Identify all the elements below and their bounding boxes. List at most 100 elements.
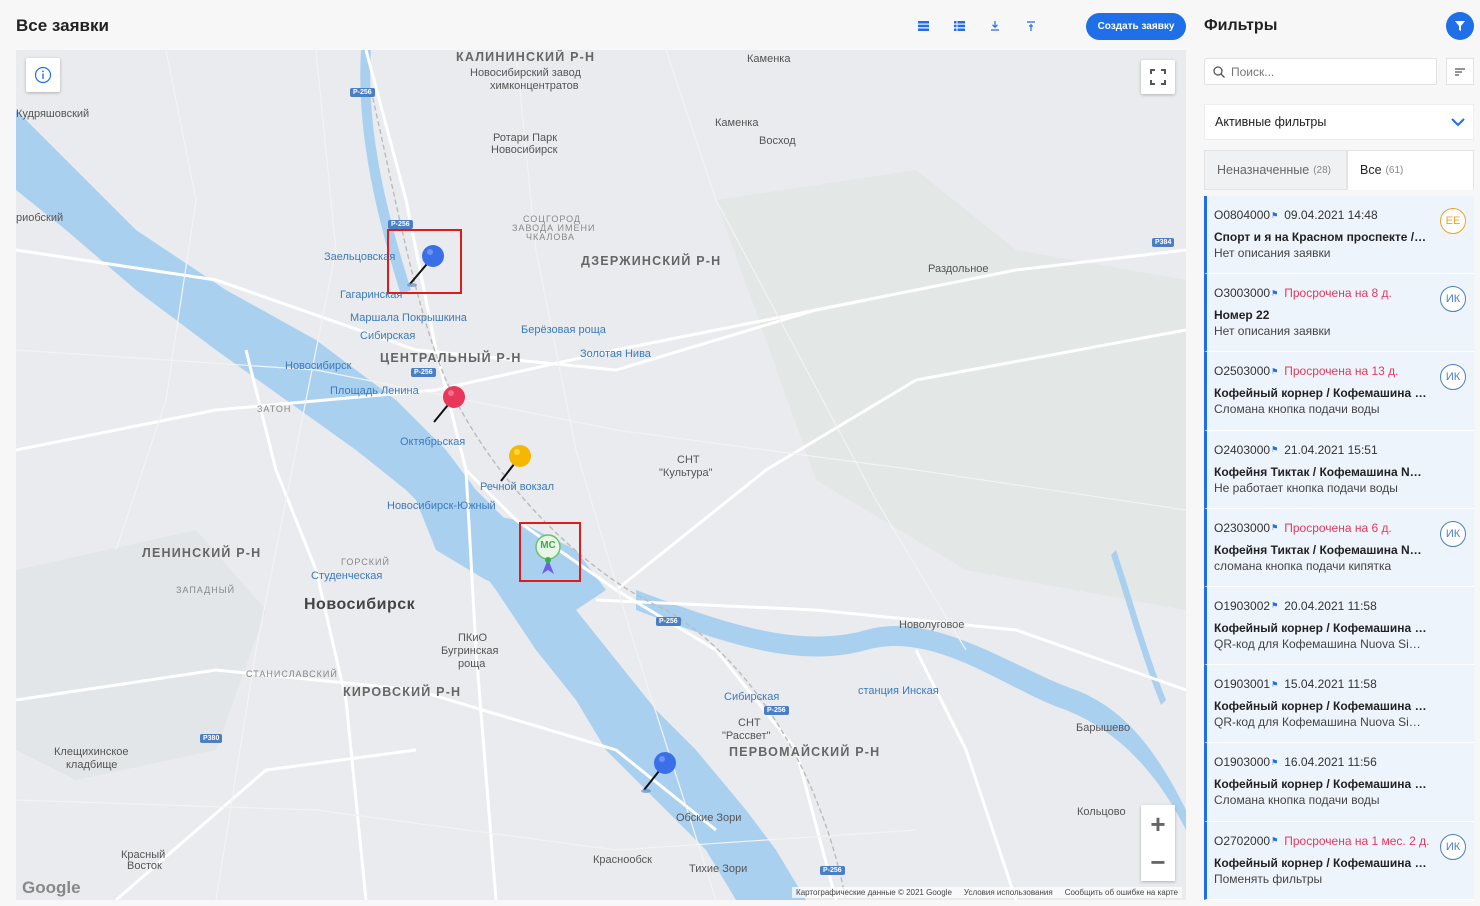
list-view-button[interactable] (908, 11, 938, 41)
request-card[interactable]: O2403000 ⚑ 21.04.2021 15:51 Кофейня Тиктак … (1204, 430, 1474, 509)
card-header: O2503000 ⚑ Просрочена на 13 д. (1214, 364, 1474, 378)
tab-all[interactable]: Все (61) (1347, 150, 1474, 190)
terms-link[interactable]: Условия использования (964, 888, 1053, 897)
map-attribution: Картографические данные © 2021 Google Ус… (792, 887, 1182, 898)
request-id: O1903002 (1214, 598, 1271, 613)
map-label: ЗАПАДНЫЙ (176, 585, 236, 595)
map-label: Новосибирск (285, 360, 352, 372)
map-label-district: ДЗЕРЖИНСКИЙ Р-Н (581, 254, 722, 268)
create-request-button[interactable]: Создать заявку (1086, 13, 1186, 40)
search-box[interactable] (1204, 58, 1437, 85)
request-card[interactable]: O2702000 ⚑ Просрочена на 1 мес. 2 д. Кофейн… (1204, 821, 1474, 900)
filter-button[interactable] (1446, 12, 1474, 40)
request-date: 09.04.2021 14:48 (1284, 208, 1378, 222)
request-description: Нет описания заявки (1214, 324, 1331, 339)
request-date: Просрочена на 13 д. (1284, 364, 1399, 379)
map-label: Маршала Покрышкина (350, 312, 467, 324)
map-label: Клещихинское (54, 746, 129, 758)
map-label: Новолуговое (899, 619, 965, 631)
zoom-out-button[interactable]: − (1141, 843, 1175, 881)
map-label-district: ЦЕНТРАЛЬНЫЙ Р-Н (380, 351, 522, 365)
map-label: ЗАТОН (257, 404, 292, 414)
tab-label: Все (1360, 163, 1382, 177)
card-header: O3003000 ⚑ Просрочена на 8 д. (1214, 286, 1474, 300)
map-label: Сибирская (360, 330, 416, 342)
map-label: Новосибирск-Южный (387, 500, 496, 512)
request-card[interactable]: O1903000 ⚑ 16.04.2021 11:56 Кофейный корнер… (1204, 743, 1474, 822)
request-date: Просрочена на 1 мес. 2 д. (1284, 833, 1430, 848)
request-title: Спорт и я на Красном проспекте / Кофемаш… (1214, 230, 1428, 244)
fullscreen-button[interactable] (1141, 60, 1175, 94)
table-view-icon (953, 21, 965, 31)
map-pin[interactable] (428, 384, 468, 424)
map-pin[interactable] (496, 443, 536, 483)
request-description: Не работает кнопка подачи воды (1214, 480, 1398, 495)
flag-icon: ⚑ (1271, 757, 1279, 767)
info-button[interactable] (26, 58, 60, 92)
request-card[interactable]: O1903001 ⚑ 15.04.2021 11:58 Кофейный корнер… (1204, 665, 1474, 744)
flag-icon: ⚑ (1271, 366, 1279, 376)
zoom-in-button[interactable]: + (1141, 805, 1175, 843)
map-label: Восход (759, 135, 796, 147)
table-view-button[interactable] (944, 11, 974, 41)
request-date: 20.04.2021 11:58 (1284, 598, 1377, 613)
request-card[interactable]: O2503000 ⚑ Просрочена на 13 д. Кофейный кор… (1204, 352, 1474, 431)
assignee-avatar[interactable]: ЕЕ (1440, 208, 1466, 234)
map-label: роща (458, 658, 486, 670)
map-label: Тихие Зори (689, 863, 748, 875)
view-toolbar (908, 11, 1052, 93)
active-filters-label: Активные фильтры (1215, 115, 1327, 129)
request-id: O2403000 (1214, 442, 1271, 457)
map-label: Новосибирский завод (470, 67, 581, 79)
flag-icon: ⚑ (1271, 601, 1279, 611)
active-filters-dropdown[interactable]: Активные фильтры (1204, 104, 1474, 140)
card-header: O2702000 ⚑ Просрочена на 1 мес. 2 д. (1214, 834, 1474, 848)
map-view[interactable]: КАЛИНИНСКИЙ Р-Н Новосибирский завод химк… (16, 50, 1186, 900)
assignee-avatar[interactable]: ИК (1440, 364, 1466, 391)
request-title: Кофейный корнер / Кофемашина Nuova Simon… (1214, 777, 1428, 792)
map-label: СНТ (738, 717, 761, 729)
request-title: Кофейный корнер / Кофемашина Nuova Simon… (1214, 620, 1428, 635)
map-label: Новосибирск (491, 144, 558, 156)
request-card[interactable]: O0804000 ⚑ 09.04.2021 14:48 Спорт и я на Кр… (1204, 196, 1474, 275)
map-label: Берёзовая роща (521, 324, 606, 336)
map-label: Восток (127, 860, 162, 872)
map-label: ПКиО (458, 632, 488, 644)
highlight-box (519, 522, 581, 582)
map-pin[interactable] (638, 750, 678, 795)
map-label: Сибирская (724, 691, 780, 703)
card-header: O2303000 ⚑ Просрочена на 6 д. (1214, 521, 1474, 535)
filter-sort-button[interactable] (1016, 11, 1046, 41)
assignee-avatar[interactable]: ИК (1440, 833, 1466, 860)
assignee-avatar[interactable]: ИК (1440, 286, 1466, 313)
map-label: Краснообск (593, 854, 652, 866)
list-view-icon (917, 21, 929, 31)
map-label: Заельцовская (324, 251, 396, 263)
request-description: Сломана кнопка подачи воды (1214, 402, 1380, 417)
road-badge: P380 (200, 734, 223, 743)
request-description: Поменять фильтры (1214, 871, 1323, 886)
request-card[interactable]: O3003000 ⚑ Просрочена на 8 д. Номер 22 Нет о… (1204, 274, 1474, 353)
request-description: QR-код для Кофемашина Nuova Simonelli (1214, 715, 1428, 730)
flag-icon: ⚑ (1271, 523, 1279, 533)
map-label: Кудряшовский (16, 108, 90, 120)
map-label-city: Новосибирск (304, 596, 416, 613)
page-title: Все заявки (16, 16, 109, 35)
map-label: "Рассвет" (722, 730, 771, 742)
request-date: 21.04.2021 15:51 (1284, 442, 1378, 457)
tab-unassigned[interactable]: Неназначенные (28) (1204, 150, 1347, 190)
map-label: Бугринская (441, 645, 499, 657)
search-icon (1213, 65, 1225, 78)
map-label: Октябрьская (400, 436, 466, 448)
card-header: O0804000 ⚑ 09.04.2021 14:48 (1214, 208, 1474, 222)
sort-button[interactable] (1446, 58, 1474, 85)
road-badge: P-256 (656, 617, 681, 626)
road-badge: P-256 (350, 88, 375, 97)
assignee-avatar[interactable]: ИК (1440, 520, 1466, 547)
report-link[interactable]: Сообщить об ошибке на карте (1065, 888, 1178, 897)
request-card[interactable]: O1903002 ⚑ 20.04.2021 11:58 Кофейный корнер… (1204, 586, 1474, 666)
request-card[interactable]: O2303000 ⚑ Просрочена на 6 д. Кофейня Тикта… (1204, 508, 1474, 587)
search-input[interactable] (1231, 64, 1421, 79)
card-header: O1903000 ⚑ 16.04.2021 11:56 (1214, 755, 1474, 769)
download-button[interactable] (980, 11, 1010, 41)
